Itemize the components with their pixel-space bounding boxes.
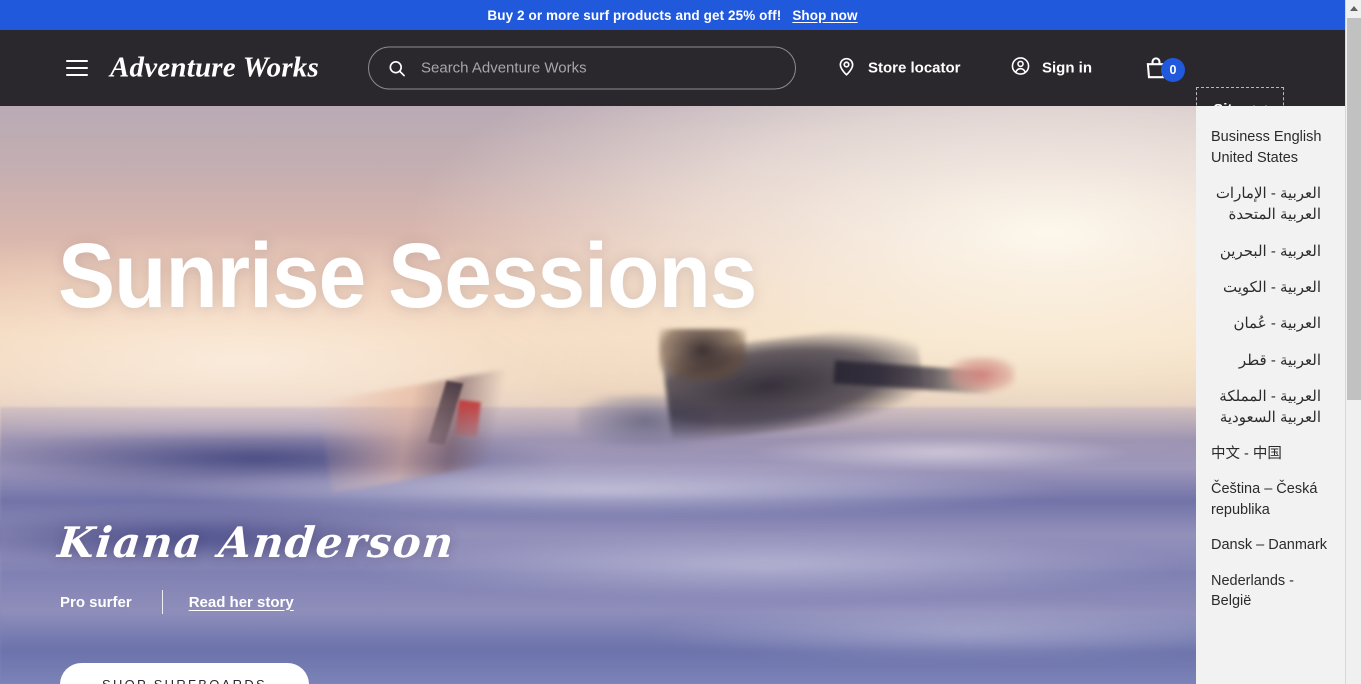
wave-foam-shape: [645, 603, 1292, 661]
page-root: Buy 2 or more surf products and get 25% …: [0, 0, 1361, 684]
site-menu-item[interactable]: Dansk – Danmark: [1196, 528, 1345, 564]
scrollbar-up-arrow-icon[interactable]: [1346, 0, 1361, 17]
surfer-hand-shape: [948, 357, 1016, 393]
site-header: Adventure Works Store locato: [0, 30, 1345, 131]
site-menu-item[interactable]: Čeština – Česká republika: [1196, 472, 1345, 528]
promo-banner: Buy 2 or more surf products and get 25% …: [0, 0, 1345, 30]
site-menu-item[interactable]: العربية - الإمارات العربية المتحدة: [1196, 176, 1345, 234]
search-icon: [387, 58, 407, 78]
hamburger-bar: [66, 74, 88, 76]
site-menu-item[interactable]: العربية - الكويت: [1196, 270, 1345, 306]
surfboard-stripe-shape: [455, 399, 481, 437]
map-pin-icon: [836, 56, 857, 81]
hamburger-icon[interactable]: [66, 60, 88, 76]
hamburger-bar: [66, 67, 88, 69]
account-circle-icon: [1010, 56, 1031, 81]
hero-title: Sunrise Sessions: [58, 225, 757, 327]
browser-scrollbar[interactable]: [1345, 0, 1361, 684]
brand-logo[interactable]: Adventure Works: [110, 52, 319, 85]
hamburger-bar: [66, 60, 88, 62]
promo-shop-now-link[interactable]: Shop now: [792, 8, 857, 23]
athlete-role: Pro surfer: [60, 593, 132, 611]
athlete-signature: Kiana Anderson: [55, 518, 458, 567]
site-menu-item[interactable]: Nederlands - België: [1196, 564, 1345, 620]
search-input[interactable]: [421, 47, 779, 89]
search-box[interactable]: [368, 46, 796, 90]
shop-surfboards-button[interactable]: SHOP SURFBOARDS: [60, 663, 309, 684]
sign-in-label: Sign in: [1042, 59, 1092, 77]
site-selector-dropdown: Business English United States العربية -…: [1196, 106, 1345, 684]
site-menu-item[interactable]: العربية - البحرين: [1196, 234, 1345, 270]
store-locator-label: Store locator: [868, 59, 961, 77]
hero-banner: Sunrise Sessions Kiana Anderson Pro surf…: [0, 106, 1345, 684]
site-menu-item[interactable]: العربية - قطر: [1196, 343, 1345, 379]
site-menu-item[interactable]: Business English United States: [1196, 120, 1345, 176]
meta-divider: [161, 590, 163, 614]
surfer-hair-shape: [659, 328, 747, 381]
browser-viewport: Buy 2 or more surf products and get 25% …: [0, 0, 1345, 684]
read-her-story-link[interactable]: Read her story: [189, 594, 294, 611]
wave-foam-shape: [134, 464, 1076, 517]
site-menu-item[interactable]: العربية - عُمان: [1196, 306, 1345, 342]
store-locator-button[interactable]: Store locator: [836, 56, 961, 81]
site-menu-item[interactable]: العربية - المملكة العربية السعودية: [1196, 379, 1345, 437]
wave-foam-shape: [349, 533, 1184, 598]
promo-text: Buy 2 or more surf products and get 25% …: [487, 7, 782, 23]
sign-in-button[interactable]: Sign in: [1010, 56, 1092, 81]
site-menu-item[interactable]: 中文 - 中国: [1196, 437, 1345, 473]
cart-count-badge: 0: [1161, 58, 1185, 82]
athlete-meta: Pro surfer Read her story: [60, 590, 294, 614]
scrollbar-thumb[interactable]: [1347, 18, 1361, 400]
